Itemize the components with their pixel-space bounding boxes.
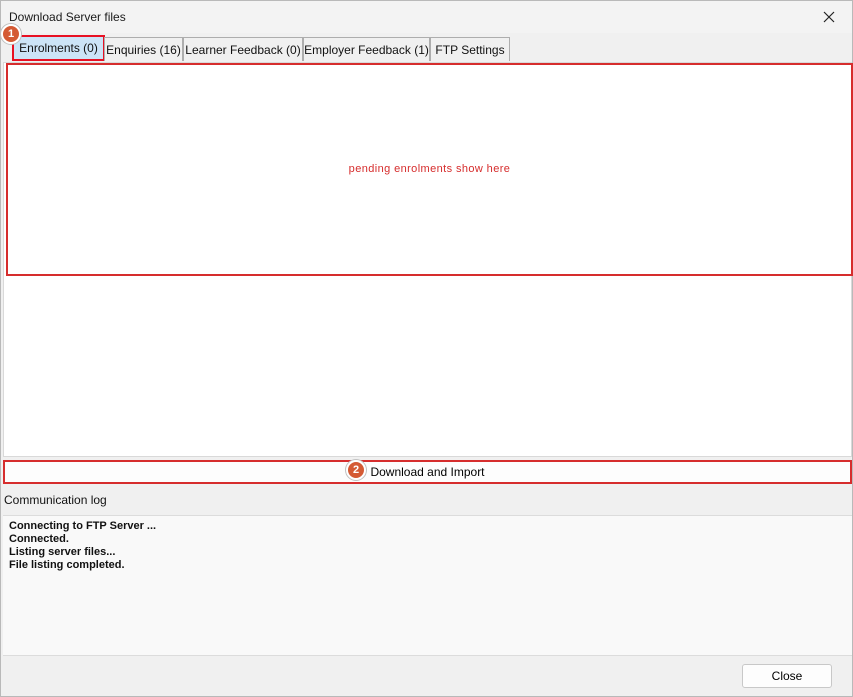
close-button-label: Close [771, 669, 803, 683]
pending-enrolments-area[interactable]: pending enrolments show here [6, 63, 853, 276]
pending-enrolments-placeholder: pending enrolments show here [348, 163, 511, 175]
communication-log[interactable]: Connecting to FTP Server ... Connected. … [3, 515, 852, 656]
close-button[interactable]: Close [742, 664, 832, 688]
log-line: Listing server files... [9, 546, 116, 558]
tab-ftp-settings[interactable]: FTP Settings [430, 37, 510, 61]
communication-log-label: Communication log [4, 493, 107, 507]
download-and-import-button[interactable]: Download and Import [3, 460, 852, 484]
tab-learner-feedback[interactable]: Learner Feedback (0) [183, 37, 303, 61]
annotation-marker-2: 2 [346, 460, 366, 480]
log-line: Connected. [9, 533, 69, 545]
download-server-files-dialog: Download Server files Enrolments (0) Enq… [0, 0, 853, 697]
enrolments-tab-page: pending enrolments show here [3, 62, 853, 457]
tab-enquiries[interactable]: Enquiries (16) [104, 37, 183, 61]
log-line: File listing completed. [9, 559, 125, 571]
close-icon [823, 11, 835, 23]
log-line: Connecting to FTP Server ... [9, 520, 157, 532]
window-close-button[interactable] [806, 1, 852, 33]
download-and-import-label: Download and Import [370, 465, 485, 479]
tab-employer-feedback[interactable]: Employer Feedback (1) [303, 37, 430, 61]
annotation-marker-1: 1 [1, 24, 21, 44]
title-bar: Download Server files [1, 1, 852, 33]
tab-enrolments[interactable]: Enrolments (0) [12, 35, 105, 61]
window-title: Download Server files [9, 10, 126, 24]
